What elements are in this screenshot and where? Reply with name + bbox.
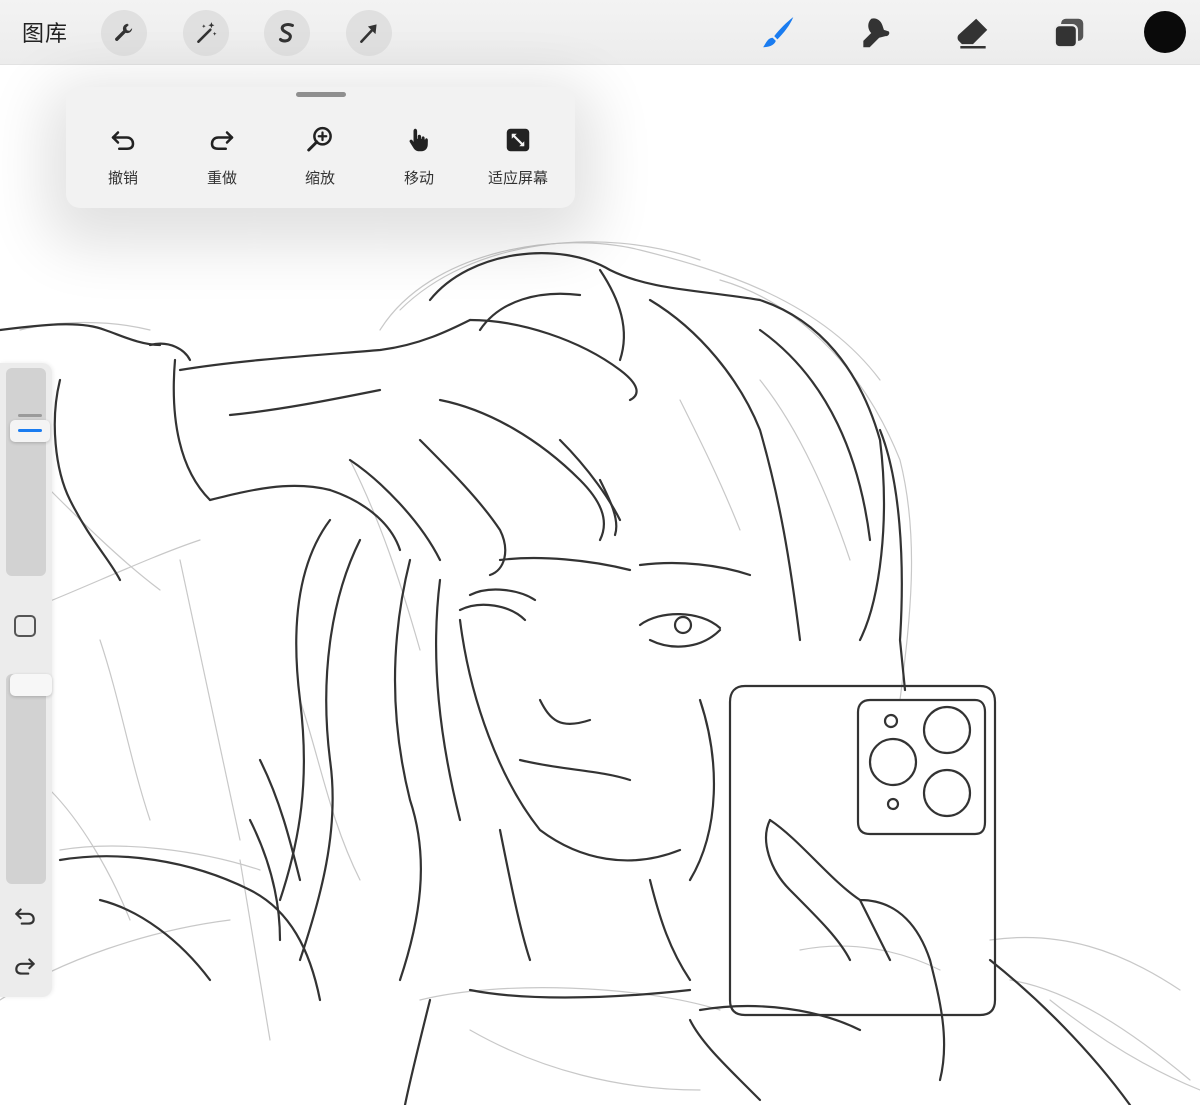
adjustments-button[interactable]	[183, 10, 229, 56]
quick-menu-redo[interactable]: 重做	[177, 125, 267, 195]
transform-button[interactable]	[346, 10, 392, 56]
layers-icon	[1053, 18, 1084, 49]
quick-menu-zoom[interactable]: 缩放	[275, 125, 365, 195]
actions-button[interactable]	[101, 10, 147, 56]
quick-menu-move[interactable]: 移动	[374, 125, 464, 195]
brush-size-slider[interactable]	[6, 368, 50, 576]
smudge-icon	[863, 18, 890, 48]
quick-menu-undo-label: 撤销	[107, 169, 138, 187]
color-picker-button[interactable]	[1144, 11, 1186, 53]
redo-icon	[15, 958, 35, 975]
quick-menu-zoom-label: 缩放	[304, 169, 335, 187]
eraser-button[interactable]	[952, 12, 994, 54]
selection-s-icon	[278, 23, 294, 43]
brush-size-grip	[18, 414, 42, 417]
undo-icon	[15, 908, 35, 925]
brush-size-thumb[interactable]	[10, 414, 50, 442]
modify-button[interactable]	[14, 615, 36, 637]
undo-icon	[111, 131, 135, 150]
quick-menu-fit-screen-label: 适应屏幕	[487, 169, 548, 187]
quick-menu-grabber[interactable]	[296, 92, 346, 97]
smudge-button[interactable]	[855, 12, 897, 54]
sidebar	[0, 363, 52, 997]
drawing-canvas[interactable]	[0, 64, 1200, 1105]
layers-button[interactable]	[1048, 12, 1090, 54]
redo-icon	[210, 131, 234, 150]
sidebar-undo-button[interactable]	[12, 903, 38, 929]
quick-menu-undo[interactable]: 撤销	[78, 125, 168, 195]
brush-button[interactable]	[758, 12, 800, 54]
quick-menu: 撤销 重做 缩放 移动 适应屏幕	[66, 87, 575, 208]
opacity-thumb[interactable]	[10, 674, 52, 696]
magic-wand-icon	[197, 22, 217, 43]
top-toolbar: 图库	[0, 0, 1200, 65]
sidebar-redo-button[interactable]	[12, 953, 38, 979]
fit-screen-icon	[506, 128, 530, 152]
eraser-icon	[957, 18, 988, 49]
quick-menu-fit-screen[interactable]: 适应屏幕	[473, 125, 563, 195]
opacity-slider[interactable]	[6, 674, 52, 884]
quick-menu-redo-label: 重做	[206, 169, 237, 187]
wrench-icon	[115, 23, 133, 41]
brush-size-indicator	[18, 429, 42, 432]
quick-menu-move-label: 移动	[403, 169, 434, 187]
transform-arrow-icon	[360, 24, 377, 43]
hand-icon	[409, 128, 428, 152]
selection-button[interactable]	[264, 10, 310, 56]
gallery-button[interactable]: 图库	[22, 16, 68, 48]
brush-icon	[763, 17, 794, 48]
zoom-icon	[307, 126, 332, 152]
